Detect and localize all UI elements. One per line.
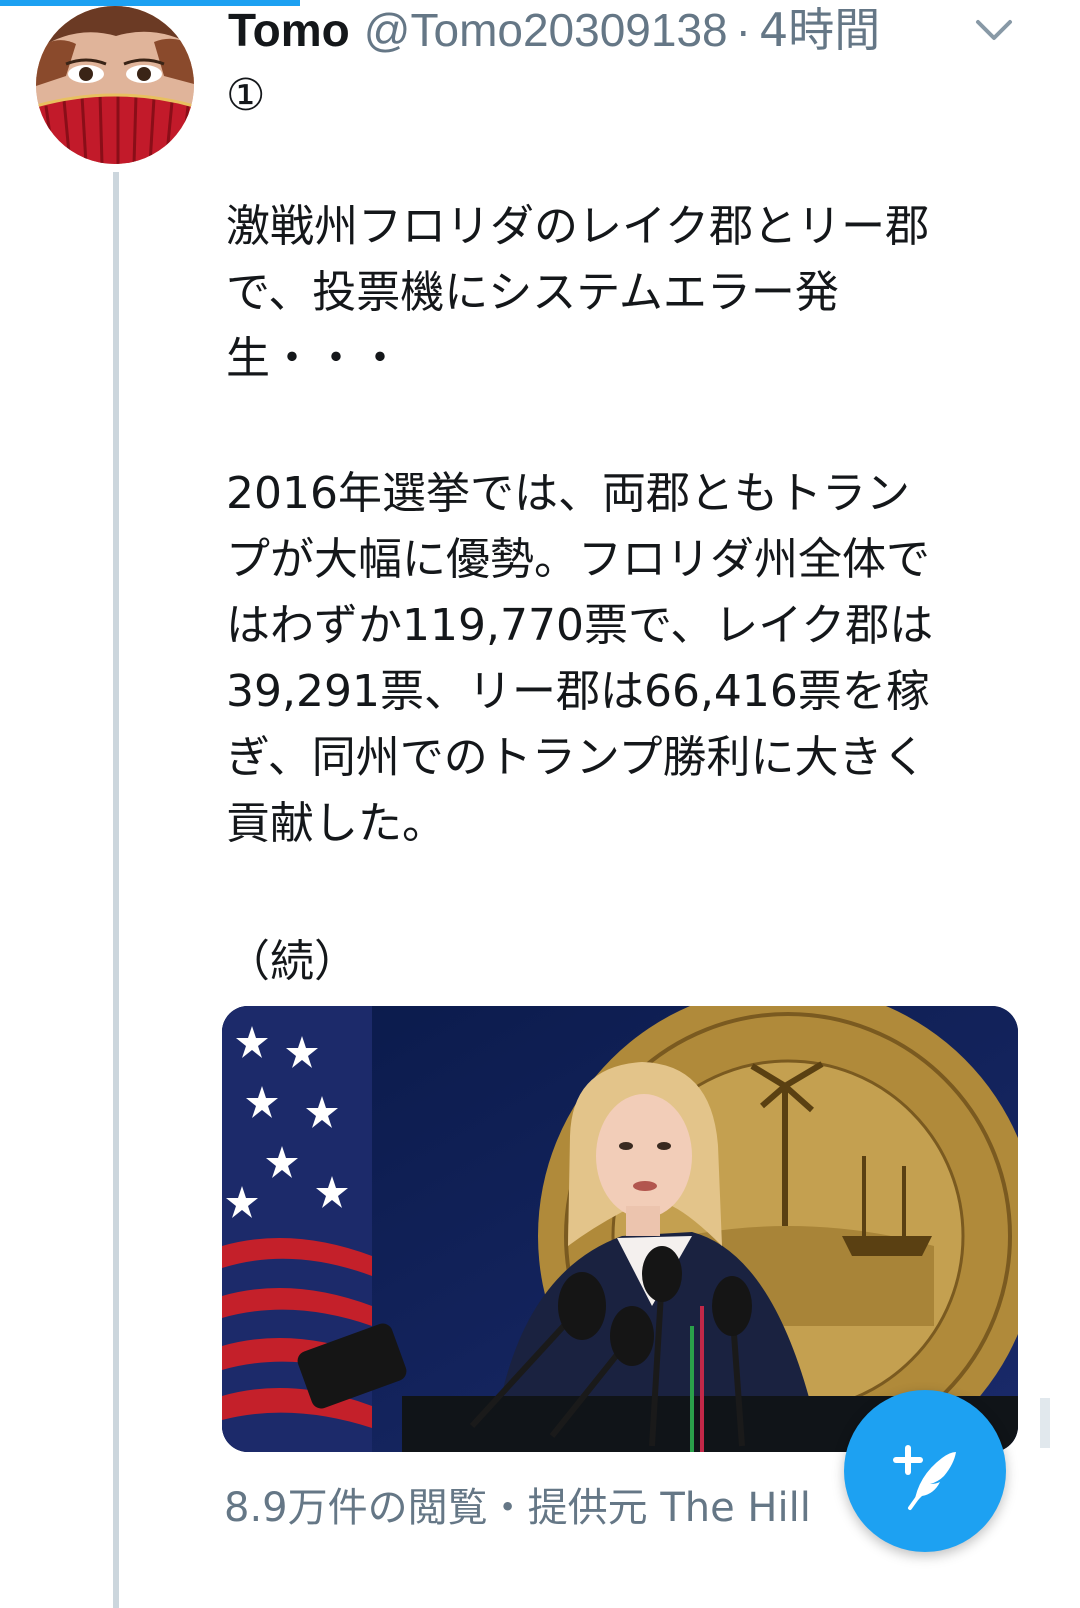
tweet-header: Tomo @Tomo20309138 · 4時間 — [228, 2, 988, 58]
avatar-image — [36, 6, 194, 164]
thread-number: ① — [226, 70, 266, 121]
tweet-timestamp[interactable]: 4時間 — [759, 2, 880, 58]
compose-tweet-icon — [893, 1445, 956, 1510]
tweet-paragraph: 激戦州フロリダのレイク郡とリー郡 で、投票機にシステムエラー発 生・・・ — [226, 201, 930, 384]
thread-connector-line — [113, 172, 119, 1608]
video-thumbnail — [222, 1006, 1018, 1452]
view-count-and-source: 8.9万件の閲覧・提供元 The Hill — [224, 1485, 811, 1531]
tweet-paragraph: （続） — [226, 936, 358, 987]
compose-tweet-button[interactable] — [844, 1390, 1006, 1552]
header-separator: · — [735, 4, 751, 56]
tweet-thread-screen: Tomo @Tomo20309138 · 4時間 ① 激戦州フロリダのレイク郡と… — [0, 0, 1080, 1608]
scroll-edge-indicator — [1040, 1398, 1050, 1448]
tweet-video[interactable] — [222, 1006, 1018, 1452]
chevron-down-icon[interactable] — [968, 10, 1020, 50]
display-name[interactable]: Tomo — [228, 2, 350, 58]
tweet-paragraph: 2016年選挙では、両郡ともトラン プが大幅に優勢。フロリダ州全体で はわずか1… — [226, 468, 934, 849]
user-handle[interactable]: @Tomo20309138 — [364, 2, 728, 58]
avatar[interactable] — [36, 6, 194, 164]
